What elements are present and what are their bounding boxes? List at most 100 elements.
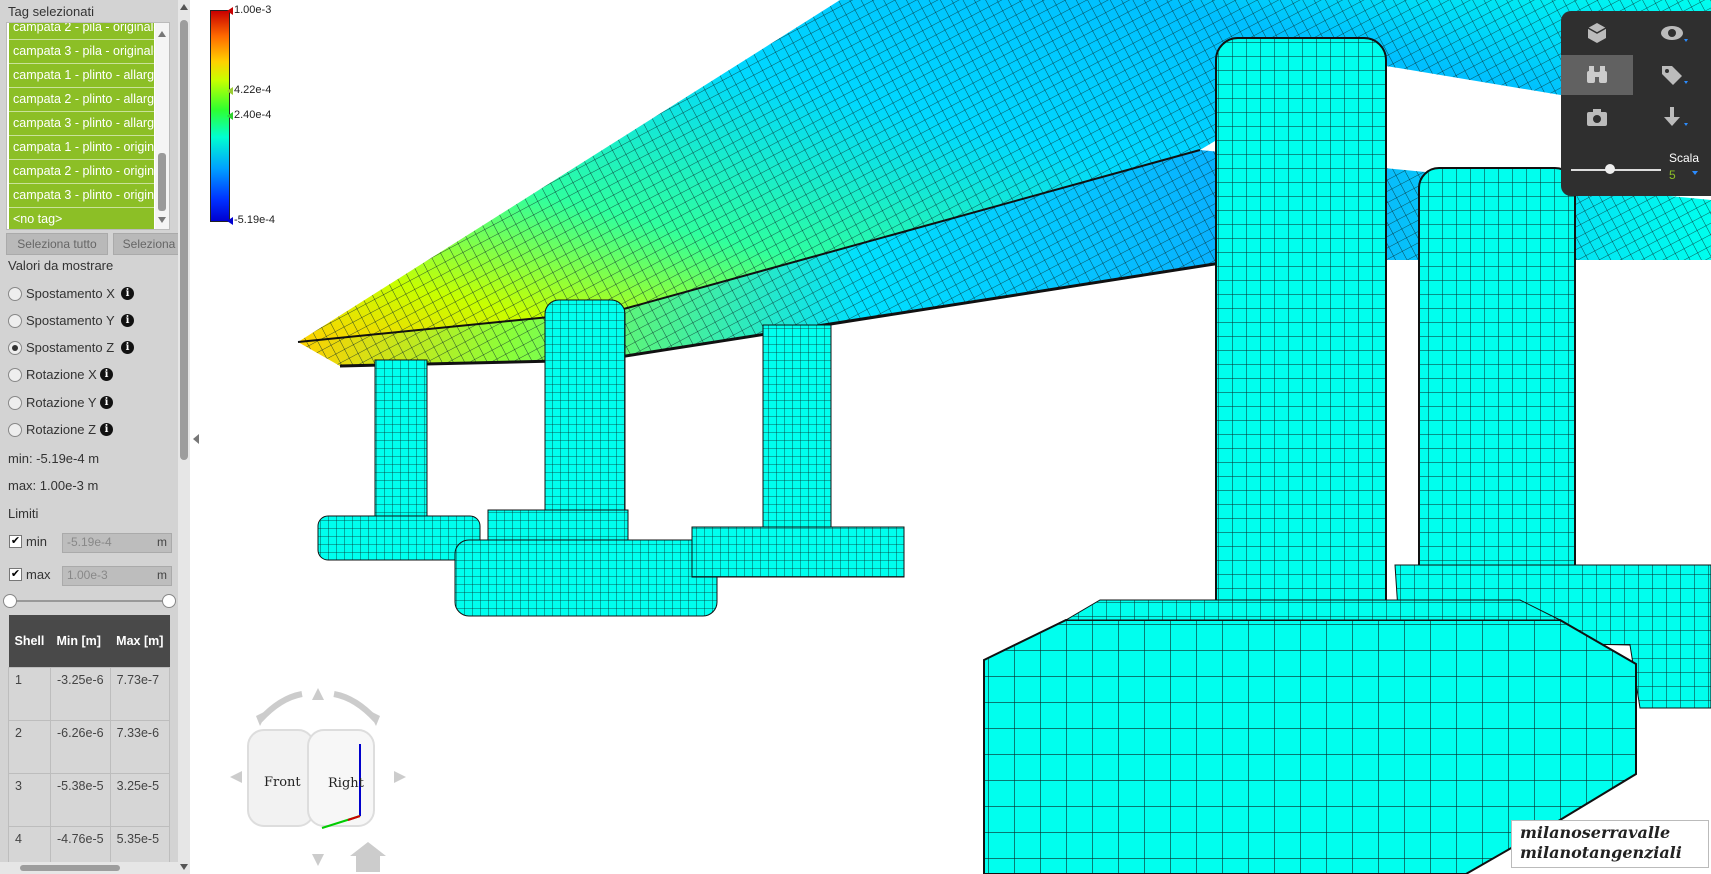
info-icon[interactable]: i (121, 287, 134, 300)
arrow-down-icon[interactable] (312, 854, 324, 866)
select-none-button[interactable]: Seleziona (113, 233, 178, 255)
table-cell: 3.25e-5 (109, 773, 171, 827)
collapse-panel-icon[interactable] (193, 434, 199, 444)
arrow-up-icon[interactable] (312, 688, 324, 700)
tag-item[interactable]: <no tag> (9, 207, 154, 229)
option-label[interactable]: Spostamento Y (26, 313, 115, 328)
scale-value[interactable]: 5 (1669, 168, 1676, 182)
scroll-up-icon[interactable] (158, 31, 166, 37)
option-label[interactable]: Spostamento Z (26, 340, 114, 355)
scroll-down-icon[interactable] (180, 864, 188, 870)
table-cell: 3 (8, 773, 51, 827)
scroll-thumb[interactable] (20, 865, 120, 871)
radio-rotazione-y[interactable] (8, 396, 22, 410)
cube-front-label: Front (264, 775, 301, 790)
scale-label: Scala (1669, 151, 1700, 165)
logo-line-1: milanoserravalle (1520, 823, 1671, 842)
navigation-cube[interactable]: Front Right (230, 680, 410, 874)
binoculars-button[interactable] (1561, 55, 1633, 95)
limit-max-label: max (26, 567, 51, 582)
arrow-right-icon[interactable] (394, 771, 406, 783)
limit-min-unit: m (157, 535, 167, 549)
option-label[interactable]: Rotazione Z (26, 422, 96, 437)
table-cell: 2 (8, 720, 51, 774)
table-row: 1 -3.25e-6 7.73e-7 (8, 667, 171, 721)
shell-table: Shell Min [m] Max [m] 1 -3.25e-6 7.73e-7… (8, 615, 171, 874)
table-row: 3 -5.38e-5 3.25e-5 (8, 773, 171, 827)
limit-max-checkbox[interactable]: ✔ (9, 568, 22, 581)
scroll-down-icon[interactable] (158, 217, 166, 223)
3d-viewport[interactable]: 1.00e-3 4.22e-4 2.40e-4 -5.19e-4 Front R… (200, 0, 1711, 874)
info-icon[interactable]: i (100, 396, 113, 409)
tag-list-scrollbar[interactable] (155, 23, 169, 229)
cube-right-label: Right (328, 776, 364, 791)
table-cell: 1 (8, 667, 51, 721)
radio-spostamento-x[interactable] (8, 287, 22, 301)
table-cell: -3.25e-6 (50, 667, 111, 721)
visibility-button[interactable] (1636, 13, 1708, 53)
tag-item[interactable]: campata 3 - plinto - allarga (9, 111, 154, 135)
range-handle-max[interactable] (162, 594, 176, 608)
tags-button[interactable] (1636, 55, 1708, 95)
option-label[interactable]: Rotazione X (26, 367, 97, 382)
download-button[interactable] (1636, 97, 1708, 137)
logo-line-2: milanotangenziali (1520, 843, 1682, 862)
info-icon[interactable]: i (100, 423, 113, 436)
limit-max-unit: m (157, 568, 167, 582)
table-header: Max [m] (110, 615, 170, 668)
limit-min-checkbox[interactable]: ✔ (9, 535, 22, 548)
limit-max-field[interactable]: 1.00e-3 m (62, 566, 172, 586)
panel-horizontal-scrollbar[interactable] (0, 862, 178, 874)
cube-view-button[interactable] (1561, 13, 1633, 53)
panel-vertical-scrollbar[interactable] (178, 0, 190, 874)
tags-icon (1662, 66, 1688, 85)
tags-title: Tag selezionati (8, 4, 94, 19)
limits-range-slider[interactable] (10, 600, 170, 602)
color-legend: 1.00e-3 4.22e-4 2.40e-4 -5.19e-4 (210, 4, 275, 226)
eye-icon (1661, 26, 1688, 42)
camera-icon (1587, 109, 1607, 126)
radio-spostamento-y[interactable] (8, 314, 22, 328)
scale-dropdown-icon[interactable] (1692, 171, 1698, 175)
option-label[interactable]: Spostamento X (26, 286, 115, 301)
table-header: Shell (8, 615, 51, 668)
tag-item[interactable]: campata 2 - plinto - origina (9, 159, 154, 183)
limit-max-value: 1.00e-3 (67, 568, 108, 582)
info-icon[interactable]: i (121, 314, 134, 327)
min-value-text: min: -5.19e-4 m (8, 451, 100, 466)
tag-item[interactable]: campata 2 - plinto - allarga (9, 87, 154, 111)
scale-slider-handle[interactable] (1605, 164, 1615, 174)
tag-item[interactable]: campata 3 - pila - originale (9, 39, 154, 63)
tag-list[interactable]: campata 2 - pila - originale campata 3 -… (6, 22, 170, 230)
limit-min-field[interactable]: -5.19e-4 m (62, 533, 172, 553)
rotate-left-icon[interactable] (257, 691, 303, 723)
radio-spostamento-z[interactable] (8, 341, 22, 355)
range-handle-min[interactable] (3, 594, 17, 608)
arrow-left-icon[interactable] (230, 771, 242, 783)
table-cell: -5.38e-5 (50, 773, 111, 827)
scroll-thumb[interactable] (158, 153, 166, 211)
binoculars-icon (1587, 66, 1607, 83)
max-value-text: max: 1.00e-3 m (8, 478, 99, 493)
tag-item[interactable]: campata 3 - plinto - origina (9, 183, 154, 207)
download-arrow-icon (1664, 107, 1688, 126)
scroll-thumb[interactable] (180, 20, 188, 460)
info-icon[interactable]: i (121, 341, 134, 354)
rotate-right-icon[interactable] (333, 691, 379, 723)
screenshot-button[interactable] (1561, 97, 1633, 137)
table-cell: 7.73e-7 (109, 667, 171, 721)
tag-item[interactable]: campata 1 - plinto - origina (9, 135, 154, 159)
info-icon[interactable]: i (100, 368, 113, 381)
legend-max-label: 1.00e-3 (226, 4, 272, 16)
home-icon[interactable] (350, 842, 386, 872)
scroll-up-icon[interactable] (180, 4, 188, 10)
legend-min-label: -5.19e-4 (227, 214, 275, 226)
tag-item[interactable]: campata 1 - plinto - allarga (9, 63, 154, 87)
scale-slider[interactable] (1571, 169, 1661, 171)
select-all-button[interactable]: Seleziona tutto (6, 233, 108, 255)
radio-rotazione-z[interactable] (8, 423, 22, 437)
radio-rotazione-x[interactable] (8, 368, 22, 382)
option-label[interactable]: Rotazione Y (26, 395, 97, 410)
tag-item[interactable]: campata 2 - pila - originale (9, 23, 154, 39)
bridge-model[interactable] (200, 0, 1711, 874)
